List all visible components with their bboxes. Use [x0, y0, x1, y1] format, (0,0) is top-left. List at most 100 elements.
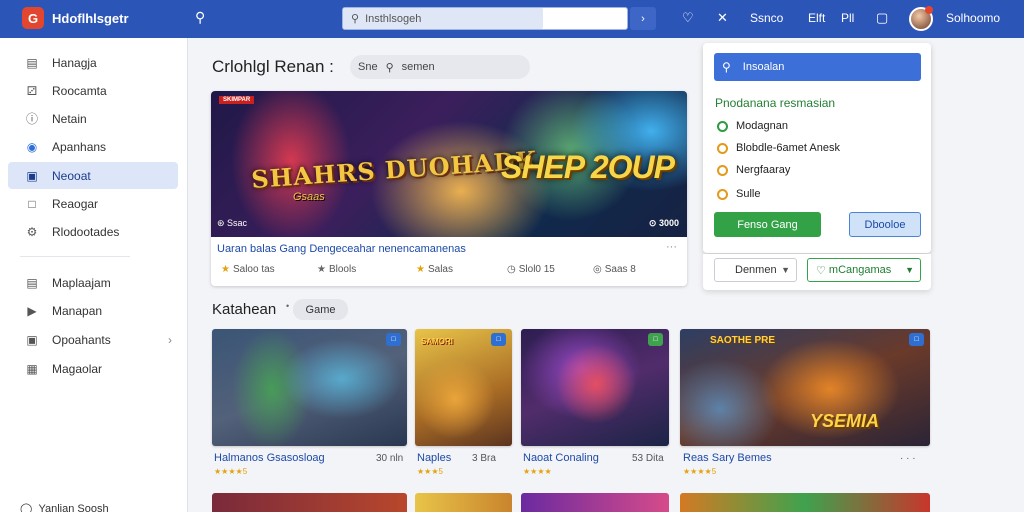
banner-corner-left: ⊛ Ssac — [217, 218, 248, 228]
top-link-1[interactable]: Ssnco — [750, 11, 783, 25]
game-card-image[interactable] — [415, 493, 512, 512]
game-card-image[interactable]: SAOTHE PRE YSEMIA □ — [680, 329, 930, 446]
banner-art-logo: SHEP 2OUP — [501, 149, 675, 185]
radio-icon[interactable] — [717, 142, 728, 154]
popup-option-label: Sulle — [736, 188, 761, 200]
game-card-image[interactable] — [212, 493, 407, 512]
dice-icon: ⚂ — [26, 83, 38, 98]
featured-caption[interactable]: Uaran balas Gang Dengeceahar nenencamane… — [217, 243, 466, 255]
featured-card[interactable]: SKIMPAR SHAHRS DUOHADK Gsaas SHEP 2OUP ⊛… — [211, 91, 687, 286]
search-submit-button[interactable]: › — [630, 7, 656, 30]
sidebar-item-label: Manapan — [52, 303, 103, 318]
sidebar-item-netain[interactable]: ⓘ Netain — [8, 105, 178, 132]
badge-icon: □ — [648, 333, 663, 346]
badge-icon: □ — [386, 333, 401, 346]
top-link-3[interactable]: Pll — [841, 11, 854, 25]
circle-icon[interactable]: ▢ — [876, 10, 888, 26]
game-card-title[interactable]: Naples — [417, 452, 451, 464]
sidebar-item-apanhans[interactable]: ◉ Apanhans — [8, 133, 178, 160]
stat-item: ★ Blools — [317, 264, 356, 275]
heart-icon: ♡ — [816, 264, 829, 277]
radio-icon[interactable] — [717, 188, 728, 200]
sidebar-item-opoahants[interactable]: ▣ Opoahants › — [8, 326, 178, 353]
sidebar-item-label: Opoahants — [52, 332, 111, 347]
stat-value: Saloo tas — [232, 264, 275, 275]
header-search-scope[interactable]: Sne — [358, 61, 378, 73]
card-art-text: YSEMIA — [810, 411, 880, 431]
chevron-down-icon: ▼ — [781, 265, 790, 275]
top-search-input[interactable]: ⚲ Insthlsogeh — [343, 8, 543, 29]
top-search-field[interactable]: ⚲ Insthlsogeh — [342, 7, 628, 30]
page-title: Crlohlgl Renan : — [212, 57, 334, 76]
popup-search-input[interactable]: ⚲ Insoalan — [714, 53, 921, 81]
sidebar-item-rlodootades[interactable]: ⚙ Rlodootades — [8, 218, 178, 245]
user-name[interactable]: Solhoomo — [946, 11, 1000, 25]
chevron-down-icon: ▼ — [905, 265, 914, 275]
banner-corner-right: ⊙ 3000 — [648, 218, 679, 228]
sidebar-item-label: Rlodootades — [52, 224, 120, 239]
compass-icon: ◉ — [26, 139, 38, 154]
section-chip[interactable]: Game — [293, 299, 348, 320]
sort-dropdown-label: Denmen — [735, 264, 777, 276]
popup-option[interactable]: Nergfaaray — [717, 164, 790, 176]
badge-icon: □ — [491, 333, 506, 346]
featured-banner-image[interactable]: SKIMPAR SHAHRS DUOHADK Gsaas SHEP 2OUP ⊛… — [211, 91, 687, 237]
game-card-title[interactable]: Reas Sary Bemes — [683, 452, 772, 464]
chat-icon: □ — [28, 196, 36, 211]
section-separator: • — [286, 301, 290, 311]
popup-option[interactable]: Sulle — [717, 188, 760, 200]
sidebar-item-label: Hanagja — [52, 55, 97, 70]
game-card-title[interactable]: Naoat Conaling — [523, 452, 599, 464]
game-card-image[interactable] — [521, 493, 669, 512]
banner-art-subtitle: Gsaas — [293, 191, 325, 203]
radio-icon[interactable] — [717, 164, 728, 176]
sidebar-item-label: Roocamta — [52, 83, 107, 98]
sidebar-item-reaogar[interactable]: □ Reaogar — [8, 190, 178, 217]
app-logo[interactable]: G — [22, 7, 44, 29]
popup-option[interactable]: Modagnan — [717, 120, 788, 132]
heart-icon[interactable]: ♡ — [682, 10, 694, 26]
game-card-image[interactable]: □ — [521, 329, 669, 446]
sidebar-bottom-item[interactable]: ◯ Yanlian Soosh — [20, 502, 109, 512]
popup-option-label: Modagnan — [736, 120, 788, 132]
sidebar-item-magaolar[interactable]: ▦ Magaolar — [8, 355, 178, 382]
stat-value: Blools — [328, 264, 357, 275]
search-icon: ⚲ — [722, 60, 731, 74]
sidebar-item-hanagja[interactable]: ▤ Hanagja — [8, 49, 178, 76]
section-title: Katahean — [212, 301, 277, 318]
banner-art-title: SHAHRS DUOHADK — [250, 145, 539, 194]
stat-item: ◷ Slol0 15 — [507, 264, 555, 275]
featured-tag: SKIMPAR — [219, 96, 255, 104]
game-card-image[interactable]: □ — [212, 329, 407, 446]
card-art-text: SAMORI — [421, 337, 453, 346]
top-link-2[interactable]: Elft — [808, 11, 825, 25]
search-icon[interactable]: ⚲ — [195, 9, 205, 26]
sidebar-item-manapan[interactable]: ▶ Manapan — [8, 297, 178, 324]
game-card-image[interactable]: SAMORI □ — [415, 329, 512, 446]
game-card-meta[interactable]: · · · — [900, 453, 916, 464]
chevron-right-icon: › — [168, 332, 172, 347]
game-card-title[interactable]: Halmanos Gsasosloag — [214, 452, 325, 464]
top-search-placeholder: Insthlsogeh — [365, 12, 422, 25]
apply-button[interactable]: Fenso Gang — [714, 212, 821, 237]
radio-icon[interactable] — [717, 120, 728, 132]
search-icon: ⚲ — [351, 13, 360, 25]
sort-dropdown[interactable]: Denmen ▼ — [714, 258, 797, 282]
game-card-rating: ★★★★ — [523, 467, 552, 476]
sidebar-item-roocamta[interactable]: ⚂ Roocamta — [8, 77, 178, 104]
secondary-button[interactable]: Dbooloe — [849, 212, 921, 237]
box-icon: ▣ — [26, 332, 38, 347]
popup-search-text: Insoalan — [742, 61, 785, 73]
sidebar-item-label: Magaolar — [52, 361, 103, 376]
close-icon[interactable]: ✕ — [717, 10, 728, 26]
category-dropdown[interactable]: ♡ mCangamas ▼ — [807, 258, 921, 282]
sidebar-item-maplaajam[interactable]: ▤ Maplaajam — [8, 269, 178, 296]
sidebar-item-neooat[interactable]: ▣ Neooat — [8, 162, 178, 189]
stat-item: ★ Saloo tas — [221, 264, 275, 275]
popup-option[interactable]: Blobdle-6amet Anesk — [717, 142, 840, 154]
header-search[interactable]: Sne ⚲ semen — [350, 55, 530, 79]
card-art-text: SAOTHE PRE — [710, 335, 776, 346]
more-options-icon[interactable]: ··· — [666, 241, 677, 253]
game-card-rating: ★★★★5 — [214, 467, 248, 476]
game-card-image[interactable] — [680, 493, 930, 512]
